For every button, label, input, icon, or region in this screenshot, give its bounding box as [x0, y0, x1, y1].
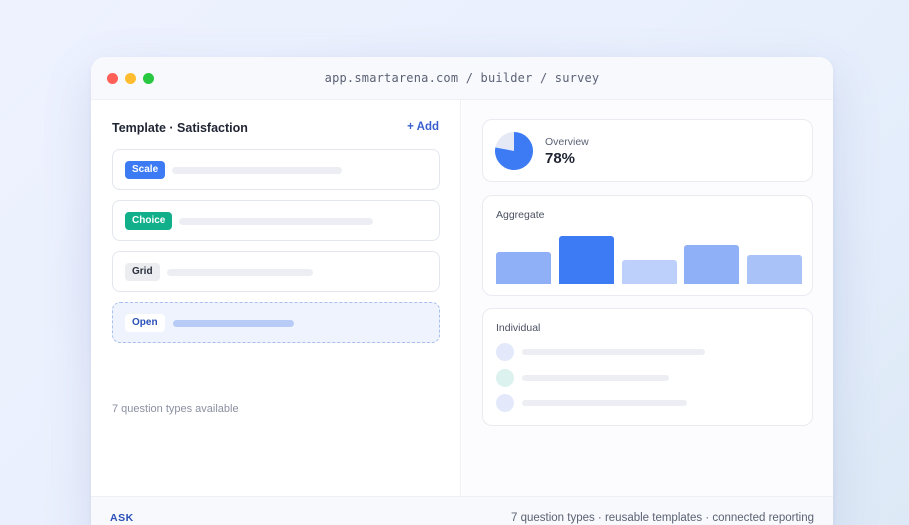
- avatar: [496, 394, 514, 412]
- aggregate-card[interactable]: Aggregate: [482, 195, 813, 296]
- aggregate-bar-chart: [496, 196, 802, 296]
- add-question-button[interactable]: + Add: [407, 121, 439, 133]
- individual-row[interactable]: [496, 394, 796, 412]
- template-title: Template · Satisfaction: [112, 121, 248, 135]
- template-builder-panel: Template · Satisfaction + Add Scale Choi…: [91, 100, 461, 496]
- question-type-tag: Scale: [125, 161, 166, 179]
- avatar: [496, 343, 514, 361]
- individual-card[interactable]: Individual: [482, 308, 813, 426]
- aggregate-bar[interactable]: [496, 252, 551, 284]
- aggregate-bar[interactable]: [747, 255, 802, 284]
- overview-card[interactable]: Overview 78%: [482, 119, 813, 182]
- question-placeholder-line: [167, 269, 313, 276]
- individual-row[interactable]: [496, 369, 796, 387]
- individual-title: Individual: [496, 322, 541, 334]
- question-card-choice[interactable]: Choice: [112, 200, 440, 241]
- response-placeholder-line: [522, 400, 687, 406]
- question-card-scale[interactable]: Scale: [112, 149, 440, 190]
- brand-logo: ASK: [110, 512, 134, 524]
- address-bar[interactable]: app.smartarena.com / builder / survey: [91, 71, 833, 85]
- overview-pie-chart: [495, 132, 533, 170]
- template-header: Template · Satisfaction + Add: [112, 121, 439, 137]
- question-types-count: 7 question types available: [112, 403, 239, 415]
- footer-bar: ASK 7 question types · reusable template…: [91, 496, 833, 525]
- question-placeholder-line: [172, 167, 342, 174]
- aggregate-bar[interactable]: [558, 236, 614, 284]
- browser-window: app.smartarena.com / builder / survey Te…: [91, 57, 833, 525]
- overview-label: Overview: [545, 136, 589, 148]
- avatar: [496, 369, 514, 387]
- response-placeholder-line: [522, 349, 705, 355]
- question-type-tag: Grid: [125, 263, 160, 281]
- question-placeholder-line: [179, 218, 373, 225]
- title-bar: app.smartarena.com / builder / survey: [91, 57, 833, 100]
- overview-value: 78%: [545, 150, 576, 167]
- question-type-tag: Open: [125, 314, 165, 332]
- response-placeholder-line: [522, 375, 669, 381]
- footer-tagline: 7 question types · reusable templates · …: [510, 512, 814, 524]
- question-placeholder-line: [173, 320, 294, 327]
- individual-row[interactable]: [496, 343, 796, 361]
- question-type-tag: Choice: [125, 212, 173, 230]
- question-card-open[interactable]: Open: [112, 302, 440, 343]
- aggregate-bar[interactable]: [621, 260, 677, 284]
- question-card-grid[interactable]: Grid: [112, 251, 440, 292]
- aggregate-bar[interactable]: [684, 245, 740, 284]
- reporting-panel: Overview 78% Aggregate Individual: [462, 100, 833, 496]
